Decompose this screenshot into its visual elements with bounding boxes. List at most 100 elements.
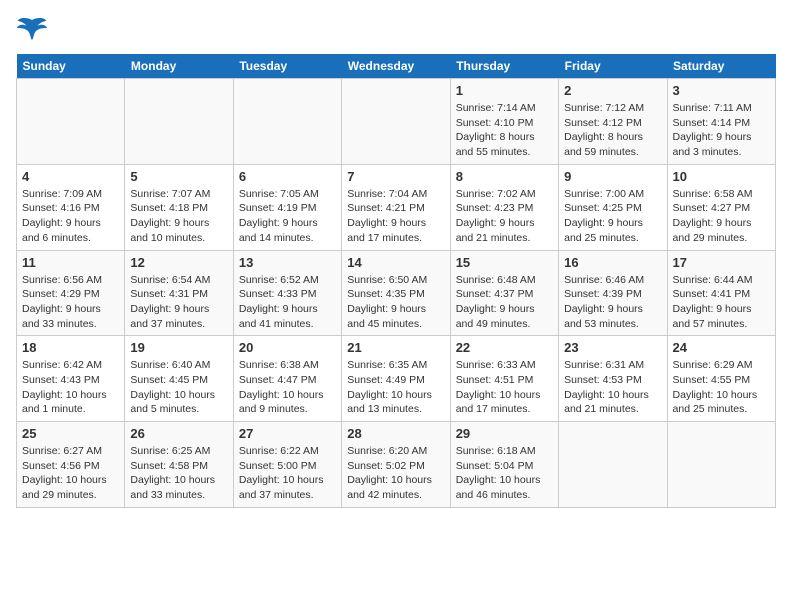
- logo: [16, 16, 52, 44]
- calendar-cell: 24 Sunrise: 6:29 AMSunset: 4:55 PMDayligh…: [667, 336, 775, 422]
- day-detail: Sunrise: 7:11 AMSunset: 4:14 PMDaylight:…: [673, 101, 770, 160]
- calendar-cell: 21 Sunrise: 6:35 AMSunset: 4:49 PMDayligh…: [342, 336, 450, 422]
- day-detail: Sunrise: 7:07 AMSunset: 4:18 PMDaylight:…: [130, 187, 227, 246]
- day-number: 5: [130, 169, 227, 184]
- day-detail: Sunrise: 6:40 AMSunset: 4:45 PMDaylight:…: [130, 358, 227, 417]
- day-number: 13: [239, 255, 336, 270]
- calendar-cell: 22 Sunrise: 6:33 AMSunset: 4:51 PMDayligh…: [450, 336, 558, 422]
- calendar-cell: 13 Sunrise: 6:52 AMSunset: 4:33 PMDayligh…: [233, 250, 341, 336]
- day-number: 21: [347, 340, 444, 355]
- day-detail: Sunrise: 6:38 AMSunset: 4:47 PMDaylight:…: [239, 358, 336, 417]
- day-detail: Sunrise: 6:18 AMSunset: 5:04 PMDaylight:…: [456, 444, 553, 503]
- day-detail: Sunrise: 6:20 AMSunset: 5:02 PMDaylight:…: [347, 444, 444, 503]
- day-number: 28: [347, 426, 444, 441]
- day-detail: Sunrise: 6:29 AMSunset: 4:55 PMDaylight:…: [673, 358, 770, 417]
- day-number: 8: [456, 169, 553, 184]
- day-detail: Sunrise: 7:09 AMSunset: 4:16 PMDaylight:…: [22, 187, 119, 246]
- calendar-cell: [233, 79, 341, 165]
- day-detail: Sunrise: 6:22 AMSunset: 5:00 PMDaylight:…: [239, 444, 336, 503]
- calendar-cell: 29 Sunrise: 6:18 AMSunset: 5:04 PMDayligh…: [450, 422, 558, 508]
- calendar-cell: 19Sunrise: 6:40 AMSunset: 4:45 PMDayligh…: [125, 336, 233, 422]
- day-number: 2: [564, 83, 661, 98]
- day-detail: Sunrise: 7:04 AMSunset: 4:21 PMDaylight:…: [347, 187, 444, 246]
- calendar-cell: 27 Sunrise: 6:22 AMSunset: 5:00 PMDayligh…: [233, 422, 341, 508]
- day-detail: Sunrise: 7:12 AMSunset: 4:12 PMDaylight:…: [564, 101, 661, 160]
- day-detail: Sunrise: 6:50 AMSunset: 4:35 PMDaylight:…: [347, 273, 444, 332]
- day-detail: Sunrise: 6:42 AMSunset: 4:43 PMDaylight:…: [22, 358, 119, 417]
- day-detail: Sunrise: 6:48 AMSunset: 4:37 PMDaylight:…: [456, 273, 553, 332]
- day-number: 15: [456, 255, 553, 270]
- calendar-cell: 2 Sunrise: 7:12 AMSunset: 4:12 PMDaylight…: [559, 79, 667, 165]
- day-detail: Sunrise: 6:25 AMSunset: 4:58 PMDaylight:…: [130, 444, 227, 503]
- calendar-cell: [667, 422, 775, 508]
- calendar-cell: 5 Sunrise: 7:07 AMSunset: 4:18 PMDaylight…: [125, 164, 233, 250]
- logo-bird-icon: [16, 16, 48, 44]
- day-detail: Sunrise: 7:14 AMSunset: 4:10 PMDaylight:…: [456, 101, 553, 160]
- calendar-cell: 16 Sunrise: 6:46 AMSunset: 4:39 PMDayligh…: [559, 250, 667, 336]
- weekday-header-friday: Friday: [559, 54, 667, 79]
- calendar-cell: 17 Sunrise: 6:44 AMSunset: 4:41 PMDayligh…: [667, 250, 775, 336]
- calendar-cell: [17, 79, 125, 165]
- day-number: 17: [673, 255, 770, 270]
- page-header: [16, 16, 776, 44]
- day-detail: Sunrise: 6:52 AMSunset: 4:33 PMDaylight:…: [239, 273, 336, 332]
- day-detail: Sunrise: 6:31 AMSunset: 4:53 PMDaylight:…: [564, 358, 661, 417]
- day-detail: Sunrise: 6:27 AMSunset: 4:56 PMDaylight:…: [22, 444, 119, 503]
- day-detail: Sunrise: 6:46 AMSunset: 4:39 PMDaylight:…: [564, 273, 661, 332]
- calendar-cell: 9Sunrise: 7:00 AMSunset: 4:25 PMDaylight…: [559, 164, 667, 250]
- calendar-cell: 7 Sunrise: 7:04 AMSunset: 4:21 PMDaylight…: [342, 164, 450, 250]
- day-detail: Sunrise: 6:35 AMSunset: 4:49 PMDaylight:…: [347, 358, 444, 417]
- day-detail: Sunrise: 6:33 AMSunset: 4:51 PMDaylight:…: [456, 358, 553, 417]
- day-number: 3: [673, 83, 770, 98]
- calendar-cell: [559, 422, 667, 508]
- calendar-cell: 18 Sunrise: 6:42 AMSunset: 4:43 PMDayligh…: [17, 336, 125, 422]
- day-detail: Sunrise: 6:54 AMSunset: 4:31 PMDaylight:…: [130, 273, 227, 332]
- day-number: 14: [347, 255, 444, 270]
- calendar-cell: 23 Sunrise: 6:31 AMSunset: 4:53 PMDayligh…: [559, 336, 667, 422]
- calendar-cell: [342, 79, 450, 165]
- weekday-header-monday: Monday: [125, 54, 233, 79]
- calendar-cell: 26 Sunrise: 6:25 AMSunset: 4:58 PMDayligh…: [125, 422, 233, 508]
- day-number: 26: [130, 426, 227, 441]
- day-number: 10: [673, 169, 770, 184]
- calendar-cell: 3 Sunrise: 7:11 AMSunset: 4:14 PMDaylight…: [667, 79, 775, 165]
- calendar-cell: 28 Sunrise: 6:20 AMSunset: 5:02 PMDayligh…: [342, 422, 450, 508]
- day-number: 4: [22, 169, 119, 184]
- day-number: 6: [239, 169, 336, 184]
- day-number: 11: [22, 255, 119, 270]
- weekday-header-thursday: Thursday: [450, 54, 558, 79]
- day-detail: Sunrise: 6:44 AMSunset: 4:41 PMDaylight:…: [673, 273, 770, 332]
- calendar-cell: 20 Sunrise: 6:38 AMSunset: 4:47 PMDayligh…: [233, 336, 341, 422]
- calendar-cell: 10 Sunrise: 6:58 AMSunset: 4:27 PMDayligh…: [667, 164, 775, 250]
- day-number: 1: [456, 83, 553, 98]
- day-number: 22: [456, 340, 553, 355]
- day-number: 29: [456, 426, 553, 441]
- calendar-cell: 11Sunrise: 6:56 AMSunset: 4:29 PMDayligh…: [17, 250, 125, 336]
- day-number: 27: [239, 426, 336, 441]
- day-number: 18: [22, 340, 119, 355]
- day-number: 23: [564, 340, 661, 355]
- calendar-cell: 15 Sunrise: 6:48 AMSunset: 4:37 PMDayligh…: [450, 250, 558, 336]
- day-number: 12: [130, 255, 227, 270]
- day-detail: Sunrise: 7:05 AMSunset: 4:19 PMDaylight:…: [239, 187, 336, 246]
- day-number: 16: [564, 255, 661, 270]
- day-number: 24: [673, 340, 770, 355]
- day-detail: Sunrise: 7:02 AMSunset: 4:23 PMDaylight:…: [456, 187, 553, 246]
- calendar-cell: 4 Sunrise: 7:09 AMSunset: 4:16 PMDaylight…: [17, 164, 125, 250]
- weekday-header-wednesday: Wednesday: [342, 54, 450, 79]
- day-number: 7: [347, 169, 444, 184]
- day-number: 20: [239, 340, 336, 355]
- calendar-cell: 6 Sunrise: 7:05 AMSunset: 4:19 PMDaylight…: [233, 164, 341, 250]
- day-detail: Sunrise: 6:58 AMSunset: 4:27 PMDaylight:…: [673, 187, 770, 246]
- weekday-header-tuesday: Tuesday: [233, 54, 341, 79]
- calendar-cell: 1 Sunrise: 7:14 AMSunset: 4:10 PMDaylight…: [450, 79, 558, 165]
- day-number: 9: [564, 169, 661, 184]
- calendar-table: SundayMondayTuesdayWednesdayThursdayFrid…: [16, 54, 776, 508]
- weekday-header-saturday: Saturday: [667, 54, 775, 79]
- calendar-cell: 12 Sunrise: 6:54 AMSunset: 4:31 PMDayligh…: [125, 250, 233, 336]
- calendar-cell: [125, 79, 233, 165]
- day-number: 25: [22, 426, 119, 441]
- calendar-cell: 8 Sunrise: 7:02 AMSunset: 4:23 PMDaylight…: [450, 164, 558, 250]
- calendar-cell: 25 Sunrise: 6:27 AMSunset: 4:56 PMDayligh…: [17, 422, 125, 508]
- calendar-cell: 14 Sunrise: 6:50 AMSunset: 4:35 PMDayligh…: [342, 250, 450, 336]
